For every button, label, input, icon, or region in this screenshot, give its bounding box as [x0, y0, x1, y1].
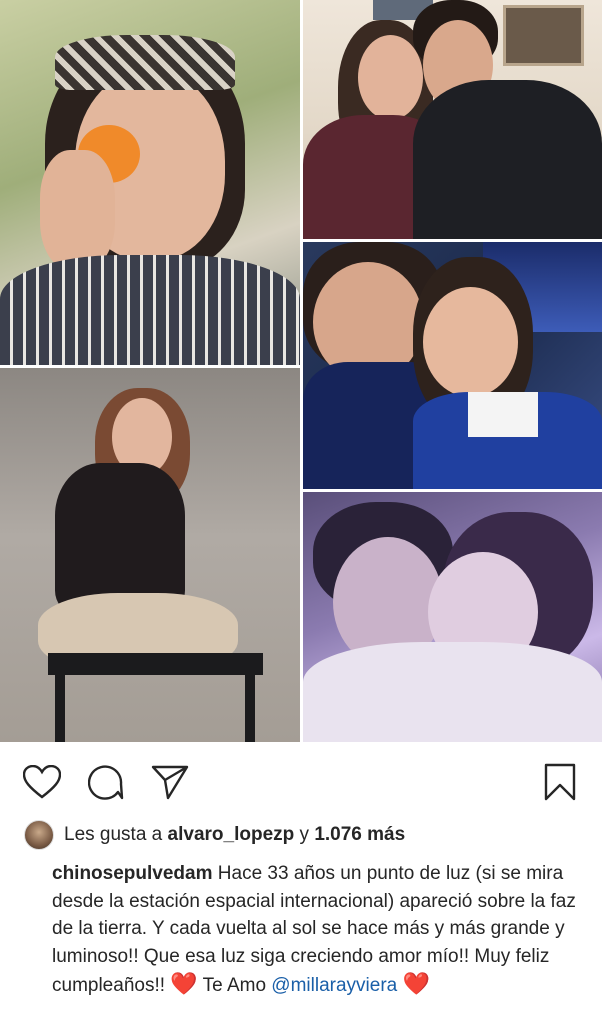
- post-caption: chinosepulvedam Hace 33 años un punto de…: [52, 860, 587, 1000]
- heart-outline-icon[interactable]: [22, 762, 62, 802]
- photo-woman-flower: [0, 0, 300, 365]
- likes-summary[interactable]: Les gusta a alvaro_lopezp y 1.076 más: [24, 820, 584, 850]
- heart-emoji: ❤️: [170, 971, 198, 996]
- likes-conjunction: y: [299, 824, 310, 845]
- likes-count[interactable]: 1.076 más: [314, 824, 405, 846]
- photo-couple-indoor: [303, 0, 602, 239]
- photo-couple-football: [303, 242, 602, 489]
- caption-text-2: Te Amo: [202, 975, 267, 996]
- post-actions-bar: [0, 742, 602, 820]
- liker-avatar[interactable]: [24, 820, 54, 850]
- bookmark-icon[interactable]: [540, 762, 580, 802]
- paper-plane-icon[interactable]: [150, 762, 190, 802]
- liker-username[interactable]: alvaro_lopezp: [168, 824, 295, 846]
- heart-emoji-2: ❤️: [402, 971, 430, 996]
- comment-bubble-icon[interactable]: [86, 762, 126, 802]
- caption-username[interactable]: chinosepulvedam: [52, 863, 213, 884]
- photo-collage[interactable]: [0, 0, 602, 742]
- photo-couple-purple: [303, 492, 602, 742]
- photo-woman-seated: [0, 368, 300, 742]
- caption-mention[interactable]: @millarayviera: [271, 975, 397, 996]
- likes-prefix: Les gusta a: [64, 824, 163, 845]
